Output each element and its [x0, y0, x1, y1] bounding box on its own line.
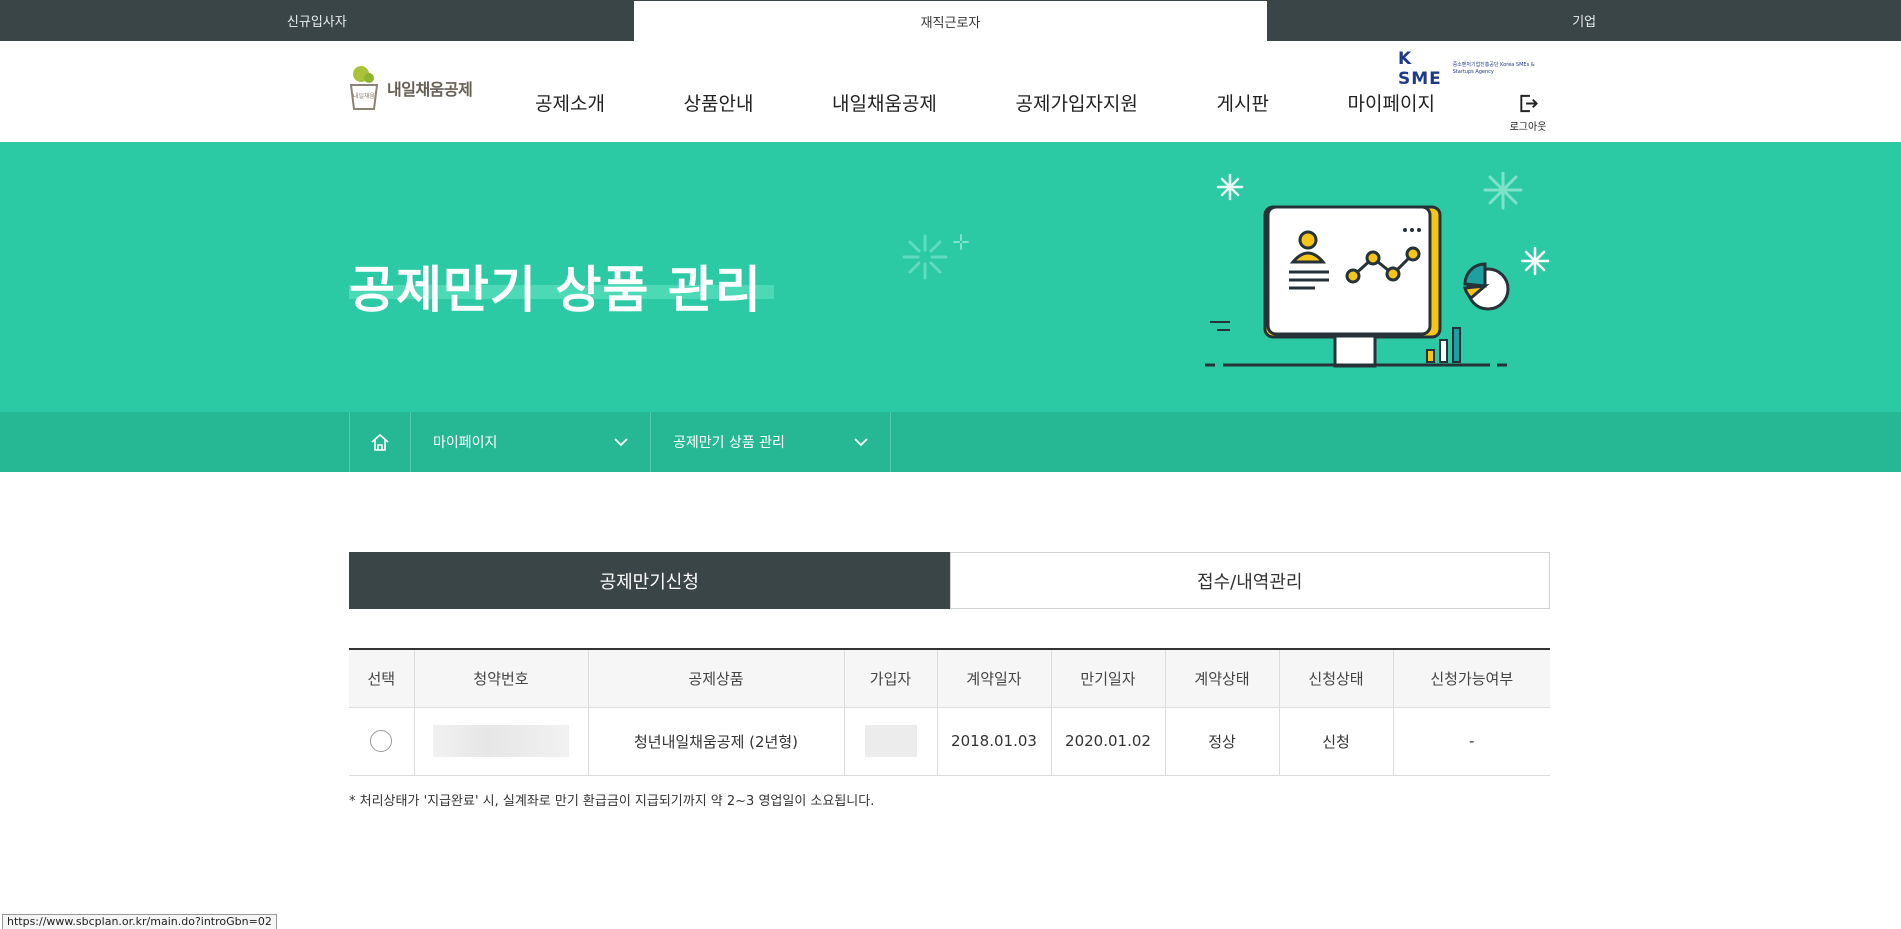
column-header: 신청상태	[1279, 648, 1394, 708]
contract-status-cell: 정상	[1165, 707, 1280, 776]
subscription-number-cell	[414, 707, 589, 776]
column-header: 청약번호	[414, 648, 589, 708]
logo-mark-text: 내일채움	[353, 92, 376, 100]
kosme-logo-subtitle: 중소벤처기업진흥공단 Korea SMEs & Startups Agency	[1452, 62, 1535, 75]
breadcrumb-dropdown-current[interactable]: 공제만기 상품 관리	[651, 412, 891, 472]
main-nav: 공제소개 상품안내 내일채움공제 공제가입자지원 게시판 마이페이지	[535, 89, 1495, 119]
breadcrumb-home-button[interactable]	[349, 412, 411, 472]
site-header: 내일채움 내일채움공제 K SME 중소벤처기업진흥공단 Korea SMEs …	[0, 41, 1901, 142]
logout-label: 로그아웃	[1509, 122, 1547, 133]
chevron-down-icon	[614, 438, 628, 447]
nav-item-naeil-fund[interactable]: 내일채움공제	[832, 89, 937, 119]
breadcrumb: 마이페이지 공제만기 상품 관리	[0, 412, 1901, 472]
sparkle-icon	[902, 234, 948, 280]
maturity-date-cell: 2020.01.02	[1051, 707, 1166, 776]
select-cell	[349, 707, 415, 776]
nav-item-member-support[interactable]: 공제가입자지원	[1016, 89, 1138, 119]
nav-item-products[interactable]: 상품안내	[684, 89, 754, 119]
logout-icon	[1520, 94, 1538, 113]
page-title: 공제만기 상품 관리	[349, 261, 762, 319]
sparkle-icon	[953, 234, 969, 250]
table-header-row: 선택 청약번호 공제상품 가입자 계약일자 만기일자 계약상태 신청상태 신청가…	[349, 648, 1550, 708]
breadcrumb-dropdown-mypage[interactable]: 마이페이지	[411, 412, 651, 472]
column-header: 계약일자	[937, 648, 1052, 708]
monitor-chart-illustration	[1205, 172, 1550, 368]
audience-tab-bar: 신규입사자 재직근로자 기업	[0, 0, 1901, 41]
hero-banner: 공제만기 상품 관리	[0, 142, 1901, 412]
kosme-logo-text: K SME	[1398, 49, 1442, 89]
logo-mark-icon: 내일채움	[349, 65, 379, 111]
content-tabs: 공제만기신청 접수/내역관리	[349, 552, 1550, 609]
audience-tab-company[interactable]: 기업	[1267, 0, 1901, 41]
masked-subscription-number	[433, 725, 569, 757]
subscriber-cell	[844, 707, 938, 776]
audience-tab-current-worker[interactable]: 재직근로자	[633, 0, 1268, 41]
masked-subscriber-name	[864, 725, 917, 757]
tab-maturity-request[interactable]: 공제만기신청	[349, 552, 950, 609]
payment-notice: * 처리상태가 '지급완료' 시, 실계좌로 만기 환급금이 지급되기까지 약 …	[349, 794, 875, 809]
kosme-logo[interactable]: K SME 중소벤처기업진흥공단 Korea SMEs & Startups A…	[1398, 49, 1550, 89]
nav-item-board[interactable]: 게시판	[1216, 89, 1268, 119]
logo-text: 내일채움공제	[387, 80, 473, 99]
logout-button[interactable]: 로그아웃	[1503, 93, 1553, 133]
breadcrumb-level2-label: 공제만기 상품 관리	[673, 435, 785, 451]
browser-status-url: https://www.sbcplan.or.kr/main.do?introG…	[2, 914, 277, 929]
column-header: 계약상태	[1165, 648, 1280, 708]
request-status-cell: 신청	[1279, 707, 1394, 776]
home-icon	[371, 433, 389, 451]
product-cell: 청년내일채움공제 (2년형)	[588, 707, 845, 776]
column-header: 선택	[349, 648, 415, 708]
maturity-product-table: 선택 청약번호 공제상품 가입자 계약일자 만기일자 계약상태 신청상태 신청가…	[349, 648, 1550, 776]
row-select-radio[interactable]	[370, 730, 393, 752]
breadcrumb-level1-label: 마이페이지	[433, 435, 498, 451]
nav-item-mypage[interactable]: 마이페이지	[1348, 89, 1435, 119]
site-logo[interactable]: 내일채움 내일채움공제	[349, 65, 489, 111]
contract-date-cell: 2018.01.03	[937, 707, 1052, 776]
audience-tab-new-employee[interactable]: 신규입사자	[0, 0, 634, 41]
column-header: 만기일자	[1051, 648, 1166, 708]
column-header: 신청가능여부	[1393, 648, 1550, 708]
column-header: 가입자	[844, 648, 938, 708]
tab-receipt-history[interactable]: 접수/내역관리	[949, 552, 1550, 609]
nav-item-about[interactable]: 공제소개	[535, 89, 605, 119]
column-header: 공제상품	[588, 648, 845, 708]
chevron-down-icon	[854, 438, 868, 447]
table-row: 청년내일채움공제 (2년형) 2018.01.03 2020.01.02 정상 …	[349, 707, 1550, 776]
eligibility-cell: -	[1393, 707, 1550, 776]
